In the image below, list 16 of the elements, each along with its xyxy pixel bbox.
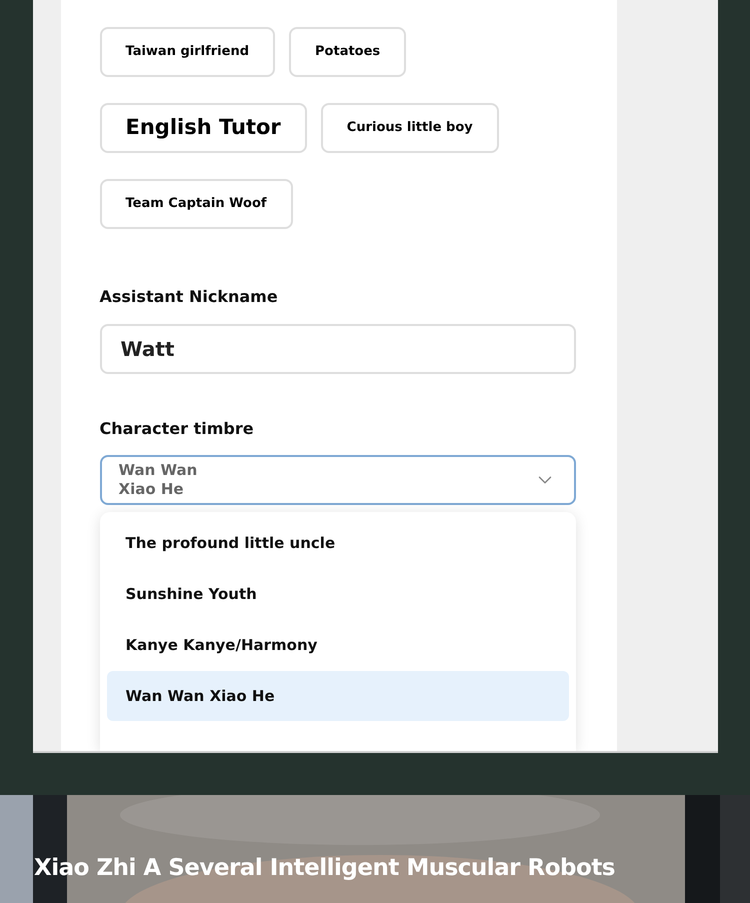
timbre-select[interactable]: Wan Wan Xiao He <box>100 455 576 505</box>
template-chip[interactable]: Taiwan girlfriend <box>100 27 276 77</box>
template-chip[interactable]: English Tutor <box>100 103 307 153</box>
template-chip[interactable]: Team Captain Woof <box>100 179 293 229</box>
template-chip[interactable]: Curious little boy <box>320 103 499 153</box>
select-value: Wan Wan <box>118 461 198 480</box>
template-chip[interactable]: Potatoes <box>289 27 406 77</box>
nickname-field[interactable]: Watt <box>100 324 576 374</box>
dropdown-option[interactable]: Wan Wan Xiao He <box>106 671 568 721</box>
dropdown-option[interactable]: Kanye Kanye/Harmony <box>106 620 568 670</box>
dropdown-option[interactable]: Sunshine Youth <box>106 569 568 619</box>
field-label: Assistant Nickname <box>100 286 279 308</box>
select-value: Xiao He <box>118 480 185 499</box>
dropdown-option[interactable]: The profound little uncle <box>106 518 568 568</box>
banner-caption: Xiao Zhi A Several Intelligent Muscular Robots <box>34 854 615 883</box>
field-label: Character timbre <box>100 418 255 440</box>
